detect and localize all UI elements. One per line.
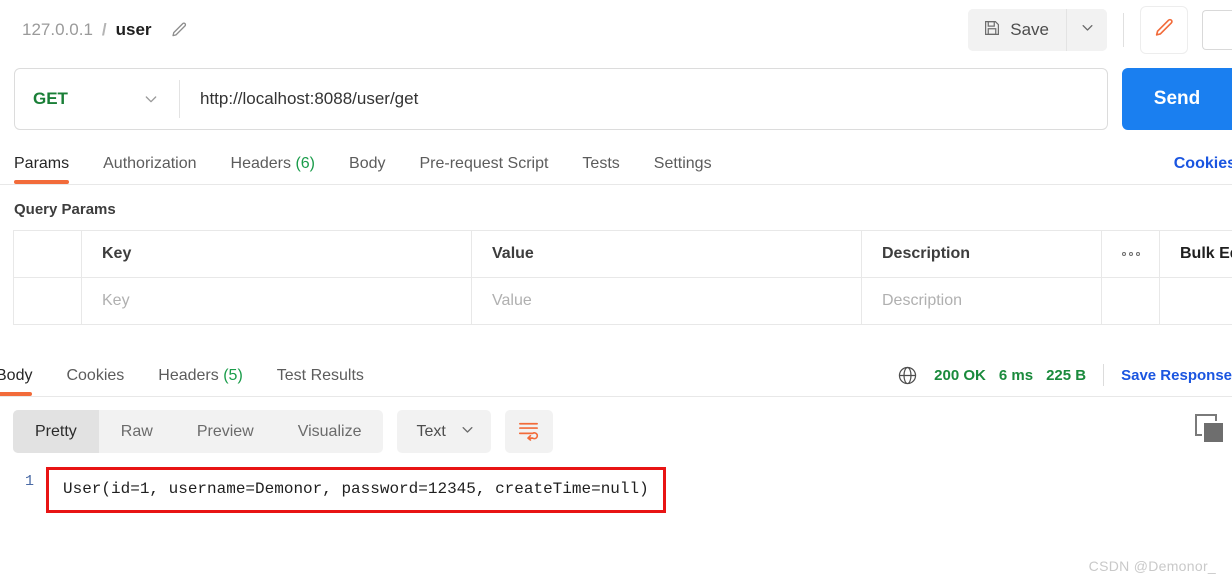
chevron-down-icon [1080, 20, 1095, 40]
line-number: 1 [24, 473, 34, 490]
tab-settings[interactable]: Settings [654, 155, 712, 184]
status-divider [1103, 364, 1105, 386]
save-button[interactable]: Save [968, 9, 1066, 51]
cookies-link[interactable]: Cookies [1174, 155, 1232, 173]
save-response-button[interactable]: Save Response [1121, 367, 1232, 384]
response-tab-test-results-label: Test Results [276, 367, 364, 384]
tab-authorization-label: Authorization [103, 155, 197, 172]
pencil-icon[interactable] [170, 21, 188, 39]
response-tab-cookies-label: Cookies [66, 367, 125, 384]
row-value-input[interactable]: Value [471, 277, 862, 325]
tab-params-label: Params [14, 155, 70, 172]
column-header-value: Value [471, 230, 862, 278]
header-divider [1123, 13, 1124, 47]
tab-headers-label: Headers [230, 155, 291, 172]
table-row: Key Value Description [13, 277, 1232, 325]
floppy-disk-icon [983, 19, 1001, 42]
three-dots-icon [1102, 252, 1159, 256]
response-tab-headers-label: Headers [158, 367, 219, 384]
response-view-mode-group: Pretty Raw Preview Visualize [13, 410, 384, 453]
tab-body[interactable]: Body [349, 155, 385, 184]
save-options-dropdown[interactable] [1066, 9, 1107, 51]
response-tab-cookies[interactable]: Cookies [66, 367, 124, 396]
column-header-description: Description [861, 230, 1102, 278]
response-tab-body-label: Body [0, 367, 33, 384]
save-button-label: Save [1010, 20, 1049, 39]
watermark: CSDN @Demonor_ [1088, 558, 1216, 574]
response-tab-body[interactable]: Body [0, 367, 33, 396]
copy-response-button[interactable] [1192, 411, 1226, 450]
tab-headers[interactable]: Headers (6) [231, 155, 316, 184]
response-time: 6 ms [998, 366, 1034, 384]
tab-pre-request-script-label: Pre-request Script [419, 155, 549, 172]
save-button-group: Save [968, 9, 1107, 51]
chevron-down-icon [143, 91, 159, 107]
tab-params[interactable]: Params [14, 155, 70, 184]
tab-headers-count: (6) [295, 155, 316, 172]
query-params-table: Key Value Description Bulk Edit Key Valu… [13, 230, 1232, 325]
http-method-label: GET [33, 89, 68, 108]
row-description-input[interactable]: Description [861, 277, 1102, 325]
request-header-bar: 127.0.0.1 / user Save [0, 0, 1232, 60]
url-bar: GET [14, 68, 1108, 130]
header-actions: Save [968, 0, 1232, 60]
view-mode-pretty[interactable]: Pretty [13, 410, 99, 453]
tab-settings-label: Settings [653, 155, 712, 172]
copy-icon [1192, 414, 1226, 449]
send-button[interactable]: Send [1122, 68, 1232, 130]
view-mode-raw[interactable]: Raw [99, 410, 175, 453]
tab-tests[interactable]: Tests [582, 155, 619, 184]
response-body-viewer: 1 User(id=1, username=Demonor, password=… [0, 453, 1232, 513]
bulk-edit-label: Bulk Edit [1180, 245, 1232, 262]
table-header-row: Key Value Description Bulk Edit [13, 230, 1232, 278]
row-key-input[interactable]: Key [81, 277, 472, 325]
word-wrap-button[interactable] [504, 410, 553, 453]
response-format-label: Text [416, 422, 446, 440]
response-body-toolbar: Pretty Raw Preview Visualize Text [0, 397, 1232, 453]
url-input[interactable] [180, 69, 1107, 129]
chevron-down-icon [460, 422, 475, 442]
tab-body-label: Body [349, 155, 386, 172]
response-tab-headers[interactable]: Headers (5) [158, 367, 243, 396]
row-options-cell [1101, 277, 1160, 325]
column-header-key: Key [81, 230, 472, 278]
tab-tests-label: Tests [582, 155, 620, 172]
breadcrumb-separator: / [101, 20, 107, 39]
breadcrumb-request-name[interactable]: user [116, 20, 152, 40]
column-options[interactable] [1101, 230, 1160, 278]
globe-icon [897, 365, 918, 386]
tab-pre-request-script[interactable]: Pre-request Script [419, 155, 548, 184]
breadcrumb-collection[interactable]: 127.0.0.1 [22, 20, 93, 40]
edit-request-button[interactable] [1140, 6, 1188, 54]
query-params-title: Query Params [14, 201, 116, 218]
response-status-bar: 200 OK 6 ms 225 B Save Response [897, 364, 1232, 386]
word-wrap-icon [517, 418, 540, 446]
response-tab-test-results[interactable]: Test Results [277, 367, 364, 396]
response-status-code: 200 OK [934, 366, 986, 384]
tab-authorization[interactable]: Authorization [103, 155, 196, 184]
request-tabs: Params Authorization Headers (6) Body Pr… [0, 138, 1232, 185]
response-body-text[interactable]: User(id=1, username=Demonor, password=12… [46, 467, 666, 513]
response-format-select[interactable]: Text [397, 410, 491, 453]
response-tab-headers-count: (5) [223, 367, 243, 384]
response-size: 225 B [1046, 366, 1087, 384]
url-bar-row: GET Send [0, 60, 1232, 138]
view-mode-preview[interactable]: Preview [175, 410, 276, 453]
response-tabs: Body Cookies Headers (5) Test Results 20… [0, 352, 1232, 397]
breadcrumb: 127.0.0.1 / user [22, 20, 188, 40]
pencil-icon [1153, 17, 1175, 44]
view-mode-visualize[interactable]: Visualize [276, 410, 384, 453]
header-overflow-button[interactable] [1202, 10, 1232, 50]
row-bulk-cell [1159, 277, 1232, 325]
http-method-select[interactable]: GET [15, 69, 179, 129]
row-checkbox-cell[interactable] [13, 277, 82, 325]
bulk-edit-button[interactable]: Bulk Edit [1159, 230, 1232, 278]
column-select-all [13, 230, 82, 278]
